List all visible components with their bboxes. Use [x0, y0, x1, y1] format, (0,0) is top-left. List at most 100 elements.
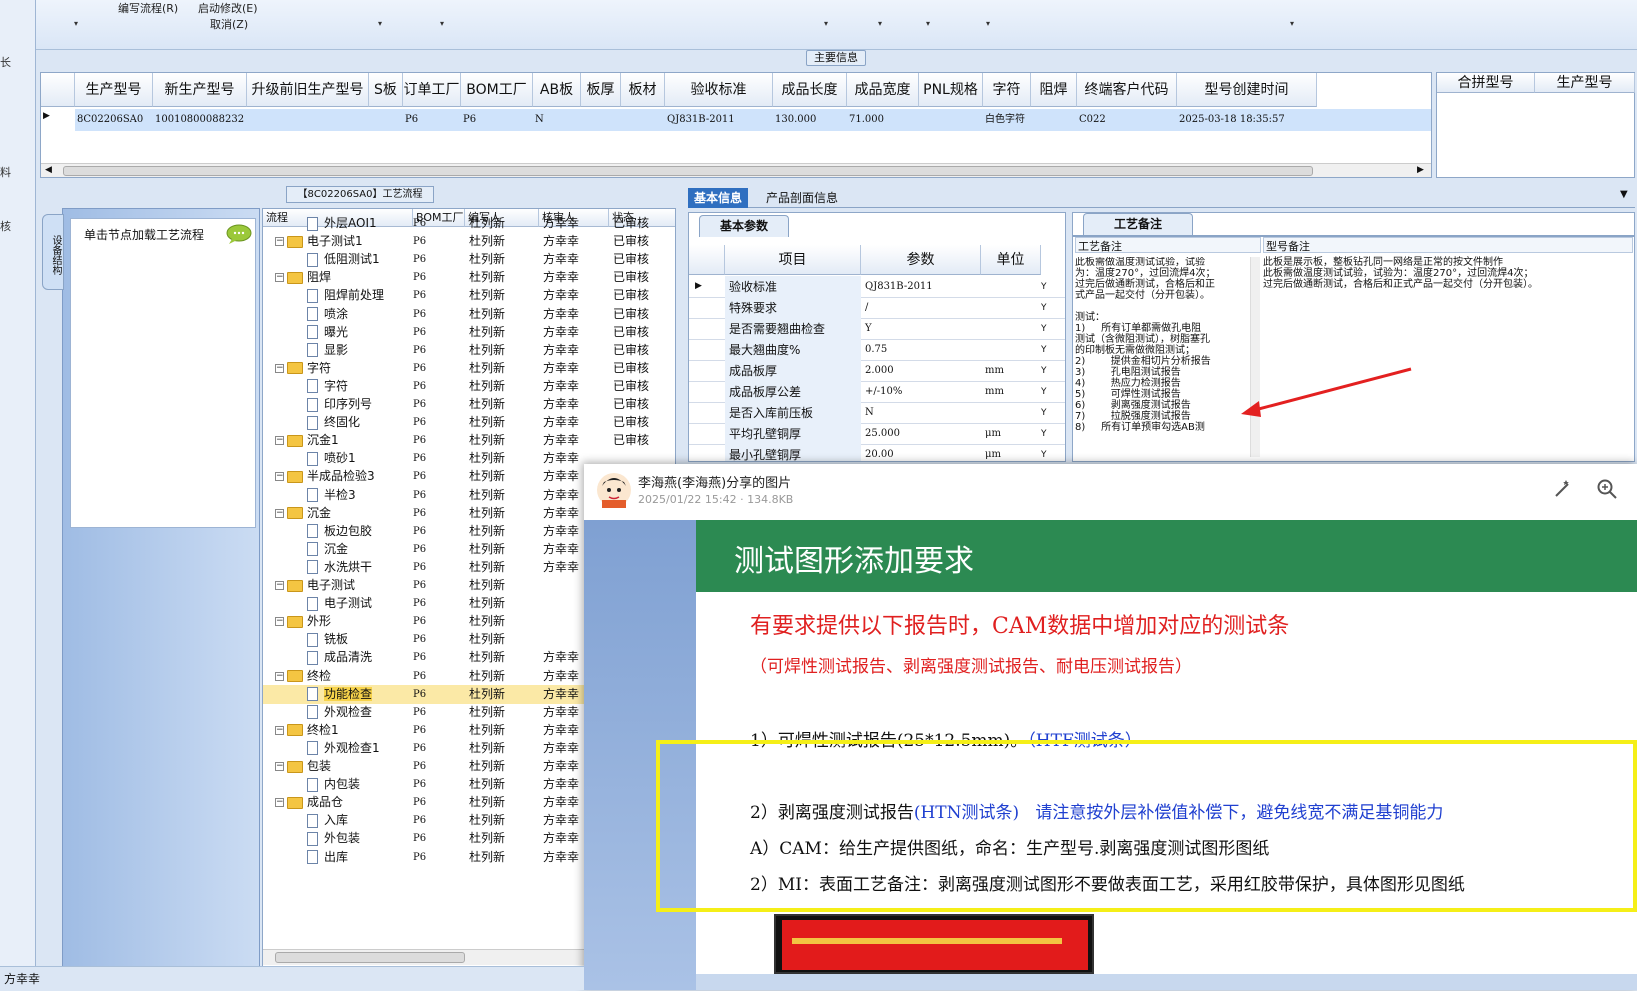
column-header[interactable]: AB板	[533, 73, 581, 107]
grid-cell[interactable]: P6	[405, 109, 461, 131]
tab-basic-params[interactable]: 基本参数	[699, 215, 789, 237]
param-row[interactable]: 成品板厚公差 +/-10% mm Y	[689, 381, 1065, 403]
column-header[interactable]: 项目	[725, 245, 861, 275]
grid-corner[interactable]	[41, 73, 75, 107]
column-header[interactable]: 生产型号	[75, 73, 153, 107]
dropdown-arrow-icon[interactable]: ▾	[824, 19, 828, 28]
column-header[interactable]: BOM工厂	[461, 73, 533, 107]
grid-cell[interactable]	[249, 109, 369, 131]
process-remark-text[interactable]: 此板需做温度测试试验，试验 为：温度270°，过回流焊4次； 过完后做通断测试，…	[1075, 257, 1251, 433]
dropdown-arrow-icon[interactable]: ▾	[74, 19, 78, 28]
column-header[interactable]: 合拼型号	[1437, 73, 1535, 93]
grid-cell[interactable]	[921, 109, 983, 131]
param-v[interactable]: +/-10%	[861, 381, 979, 403]
grid-cell[interactable]	[583, 109, 621, 131]
tab-product-section[interactable]: 产品剖面信息	[760, 188, 844, 208]
scroll-left-icon[interactable]: ◀	[45, 165, 52, 175]
device-structure-tab[interactable]: 设备结构	[42, 214, 64, 290]
param-row[interactable]: 成品板厚 2.000 mm Y	[689, 360, 1065, 382]
param-row[interactable]: 特殊要求 / Y	[689, 297, 1065, 319]
grid-cell[interactable]: 10010800088232	[155, 109, 247, 131]
collapse-toggle-icon[interactable]: −	[275, 762, 284, 771]
column-header[interactable]: 成品长度	[773, 73, 847, 107]
collapse-toggle-icon[interactable]: −	[275, 581, 284, 590]
dropdown-arrow-icon[interactable]: ▾	[440, 19, 444, 28]
collapse-toggle-icon[interactable]: −	[275, 617, 284, 627]
column-header[interactable]: 型号创建时间	[1177, 73, 1317, 107]
column-header[interactable]: 单位	[981, 245, 1041, 275]
column-header[interactable]: 板厚	[581, 73, 621, 107]
param-v[interactable]: Y	[861, 318, 979, 340]
grid-cell[interactable]: 130.000	[775, 109, 847, 131]
horizontal-scrollbar[interactable]: ◀ ▶	[41, 163, 1431, 177]
collapse-toggle-icon[interactable]: −	[275, 472, 284, 482]
tree-row[interactable]: 显影 P6 杜列新 方幸幸 已审核	[263, 341, 675, 360]
nav-item[interactable]: 核	[0, 218, 11, 234]
tree-row[interactable]: 低阻测试1 P6 杜列新 方幸幸 已审核	[263, 250, 675, 269]
column-header[interactable]: 生产型号	[1535, 73, 1635, 93]
tree-row[interactable]: 印序列号 P6 杜列新 方幸幸 已审核	[263, 395, 675, 414]
grid-cell[interactable]: QJ831B-2011	[667, 109, 773, 131]
column-header[interactable]: 板材	[621, 73, 665, 107]
dropdown-arrow-icon[interactable]: ▾	[878, 19, 882, 28]
zoom-icon[interactable]	[1596, 478, 1618, 500]
param-v[interactable]: N	[861, 402, 979, 424]
magic-edit-icon[interactable]	[1552, 478, 1574, 500]
grid-cell[interactable]: P6	[463, 109, 533, 131]
start-modify-button[interactable]: 启动修改(E)	[198, 0, 258, 16]
nav-item[interactable]: 长	[0, 54, 11, 70]
tab-basic-info[interactable]: 基本信息	[688, 188, 749, 208]
scroll-thumb[interactable]	[63, 166, 1313, 176]
param-v[interactable]: 25.000	[861, 423, 979, 445]
chevron-down-icon[interactable]: ▼	[1620, 189, 1628, 200]
param-v[interactable]: 0.75	[861, 339, 979, 361]
dropdown-arrow-icon[interactable]: ▾	[378, 19, 382, 28]
tree-row[interactable]: 喷涂 P6 杜列新 方幸幸 已审核	[263, 305, 675, 324]
tree-row[interactable]: 曝光 P6 杜列新 方幸幸 已审核	[263, 323, 675, 342]
tree-row[interactable]: − 阻焊 P6 杜列新 方幸幸 已审核	[263, 268, 675, 287]
column-header[interactable]: 阻焊	[1031, 73, 1077, 107]
grid-cell[interactable]: 白色字符	[985, 109, 1031, 131]
remark-scrollbar[interactable]	[1250, 257, 1260, 457]
collapse-toggle-icon[interactable]: −	[275, 725, 284, 735]
grid-cell[interactable]	[371, 109, 403, 131]
tree-row[interactable]: − 字符 P6 杜列新 方幸幸 已审核	[263, 359, 675, 378]
tree-row[interactable]: 阻焊前处理 P6 杜列新 方幸幸 已审核	[263, 286, 675, 305]
param-row[interactable]: 平均孔壁铜厚 25.000 μm Y	[689, 423, 1065, 445]
collapse-toggle-icon[interactable]: −	[275, 363, 284, 373]
nav-item[interactable]: 料	[0, 164, 11, 180]
grid-cell[interactable]: 2025-03-18 18:35:57	[1179, 109, 1317, 131]
dropdown-arrow-icon[interactable]: ▾	[986, 19, 990, 28]
param-row[interactable]: 是否入库前压板 N Y	[689, 402, 1065, 424]
dropdown-arrow-icon[interactable]: ▾	[1290, 19, 1294, 28]
grid-cell[interactable]: C022	[1079, 109, 1177, 131]
collapse-toggle-icon[interactable]: −	[275, 508, 284, 518]
dropdown-arrow-icon[interactable]: ▾	[926, 19, 930, 28]
param-row[interactable]: 是否需要翘曲检查 Y Y	[689, 318, 1065, 340]
model-remark-text[interactable]: 此板是展示板，整板钻孔同一网络是正常的按文件制作 此板需做温度测试试验，试验为：…	[1263, 257, 1538, 290]
column-header[interactable]: 终端客户代码	[1077, 73, 1177, 107]
scroll-thumb[interactable]	[275, 952, 465, 963]
collapse-toggle-icon[interactable]: −	[275, 798, 284, 808]
collapse-toggle-icon[interactable]: −	[275, 671, 284, 681]
cancel-button[interactable]: 取消(Z)	[210, 16, 248, 32]
write-flow-button[interactable]: 编写流程(R)	[118, 0, 178, 16]
column-header[interactable]: 验收标准	[665, 73, 773, 107]
column-header[interactable]: 字符	[983, 73, 1031, 107]
tree-row[interactable]: − 沉金1 P6 杜列新 方幸幸 已审核	[263, 431, 675, 450]
column-header[interactable]: 参数	[861, 245, 981, 275]
tree-row[interactable]: 外层AOI1 P6 杜列新 方幸幸 已审核	[263, 214, 675, 233]
tree-row[interactable]: − 电子测试1 P6 杜列新 方幸幸 已审核	[263, 232, 675, 251]
param-v[interactable]: 2.000	[861, 360, 979, 382]
tree-row[interactable]: 终固化 P6 杜列新 方幸幸 已审核	[263, 413, 675, 432]
column-header[interactable]: PNL规格	[919, 73, 983, 107]
column-header[interactable]: 新生产型号	[153, 73, 247, 107]
column-header[interactable]: 订单工厂	[403, 73, 461, 107]
column-header[interactable]: 成品宽度	[847, 73, 919, 107]
tab-process-remarks[interactable]: 工艺备注	[1083, 213, 1193, 235]
column-header[interactable]: S板	[369, 73, 403, 107]
chat-bubble-icon[interactable]	[226, 224, 252, 244]
collapse-toggle-icon[interactable]: −	[275, 273, 284, 283]
tree-row[interactable]: 字符 P6 杜列新 方幸幸 已审核	[263, 377, 675, 396]
process-load-box[interactable]	[70, 218, 256, 528]
